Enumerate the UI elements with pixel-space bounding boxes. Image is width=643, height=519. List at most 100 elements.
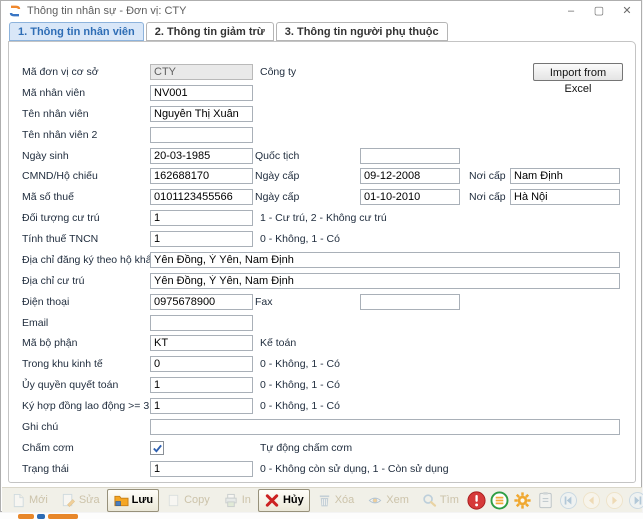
search-icon xyxy=(422,493,437,508)
tinh-thue-tncn-input[interactable] xyxy=(150,231,253,247)
sua-button: Sửa xyxy=(55,489,106,512)
field-hint: 0 - Không, 1 - Có xyxy=(260,379,340,391)
tab-2[interactable]: 2. Thông tin giảm trừ xyxy=(146,22,274,41)
field-hint: 0 - Không, 1 - Có xyxy=(260,400,340,412)
field-label: Địa chỉ cư trú xyxy=(22,275,84,287)
form-row-ien-thoai: Điện thoại Fax xyxy=(9,294,635,312)
edit-icon xyxy=(61,493,76,508)
email-input[interactable] xyxy=(150,315,253,331)
form-row-ma-so-thue: Mã số thuếNgày cấpNơi cấp xyxy=(9,189,635,207)
field-label: Quốc tịch xyxy=(255,150,299,162)
field-label: Điện thoại xyxy=(22,296,69,308)
ia-chi-ang-ky-theo-ho-khau-input[interactable] xyxy=(150,252,620,268)
nav-first-icon xyxy=(558,490,579,511)
toolbar-button-label: Mới xyxy=(29,494,48,506)
ky-hop-ong-lao-ong-3-thang-input[interactable] xyxy=(150,398,253,414)
field-label: CMND/Hộ chiếu xyxy=(22,170,98,182)
toolbar-button-label: Hủy xyxy=(283,494,304,506)
toolbar-button-label: In xyxy=(242,494,251,506)
ten-nhan-vien-2-input[interactable] xyxy=(150,127,253,143)
luu-button[interactable]: Lưu xyxy=(107,489,159,512)
trong-khu-kinh-te-input[interactable] xyxy=(150,356,253,372)
field-label: Ngày cấp xyxy=(255,170,299,182)
field-hint: Công ty xyxy=(260,66,296,78)
field-label: Mã đơn vị cơ sở xyxy=(22,66,99,78)
form-row-trong-khu-kinh-te: Trong khu kinh tế0 - Không, 1 - Có xyxy=(9,356,635,374)
field-label: Mã số thuế xyxy=(22,191,74,203)
field-label: Fax xyxy=(255,296,273,308)
ma-so-thue-noi-cap-input[interactable] xyxy=(510,189,620,205)
ngay-sinh-input[interactable] xyxy=(150,148,253,164)
nav-prev-icon xyxy=(581,490,602,511)
trash-icon xyxy=(317,493,332,508)
cmnd-ho-chieu-noi-cap-input[interactable] xyxy=(510,168,620,184)
ngay-sinh-quoc-tich-input[interactable] xyxy=(360,148,460,164)
form-row-uy-quyen-quyet-toan: Ủy quyền quyết toán 0 - Không, 1 - Có xyxy=(9,377,635,395)
in-button: In xyxy=(217,489,257,512)
field-label: Tên nhân viên xyxy=(22,108,89,120)
background-window-fragment xyxy=(0,513,643,519)
ma-nhan-vien-input[interactable] xyxy=(150,85,253,101)
ien-thoai-fax-input[interactable] xyxy=(360,294,460,310)
ia-chi-cu-tru-input[interactable] xyxy=(150,273,620,289)
field-label: Ủy quyền quyết toán xyxy=(22,379,118,391)
cancel-x-icon xyxy=(264,493,280,508)
menu-list-icon[interactable] xyxy=(489,490,510,511)
ma-on-vi-co-so-input xyxy=(150,64,253,80)
ien-thoai-input[interactable] xyxy=(150,294,253,310)
cmnd-ho-chieu-input[interactable] xyxy=(150,168,253,184)
trang-thai-input[interactable] xyxy=(150,461,253,477)
moi-button: Mới xyxy=(5,489,54,512)
alert-icon[interactable] xyxy=(466,490,487,511)
field-hint: Tự động chấm cơm xyxy=(260,442,352,454)
field-hint: 1 - Cư trú, 2 - Không cư trú xyxy=(260,212,387,224)
field-hint: 0 - Không, 1 - Có xyxy=(260,358,340,370)
toolbar-button-label: Lưu xyxy=(132,494,153,506)
ma-bo-phan-input[interactable] xyxy=(150,335,253,351)
app-logo-icon xyxy=(9,5,21,17)
field-label: Đối tượng cư trú xyxy=(22,212,100,224)
huy-button[interactable]: Hủy xyxy=(258,489,310,512)
ghi-chu-input[interactable] xyxy=(150,419,620,435)
form-row-ghi-chu: Ghi chú xyxy=(9,419,635,437)
bottom-toolbar: MớiSửaLưuCopyInHủyXóaXemTìm? xyxy=(2,487,642,512)
toolbar-button-label: Tìm xyxy=(440,494,459,506)
ten-nhan-vien-input[interactable] xyxy=(150,106,253,122)
field-label: Mã bộ phận xyxy=(22,337,77,349)
xoa-button: Xóa xyxy=(311,489,361,512)
field-hint: 0 - Không còn sử dụng, 1 - Còn sử dụng xyxy=(260,463,449,475)
uy-quyen-quyet-toan-input[interactable] xyxy=(150,377,253,393)
copy-icon xyxy=(166,493,181,508)
field-label: Email xyxy=(22,317,48,329)
maximize-button[interactable]: ▢ xyxy=(585,2,613,20)
form-row-ngay-sinh: Ngày sinhQuốc tịch xyxy=(9,148,635,166)
cham-com-checkbox[interactable] xyxy=(150,441,164,455)
form-row-ia-chi-ang-ky-theo-ho-khau: Địa chỉ đăng ký theo hộ khẩu xyxy=(9,252,635,270)
toolbar-button-label: Sửa xyxy=(79,494,100,506)
nav-next-icon xyxy=(604,490,625,511)
toolbar-button-label: Xóa xyxy=(335,494,355,506)
ma-so-thue-ngay-cap-input[interactable] xyxy=(360,189,460,205)
form-row-ten-nhan-vien-2: Tên nhân viên 2 xyxy=(9,127,635,145)
tab-3[interactable]: 3. Thông tin người phụ thuộc xyxy=(276,22,448,41)
field-label: Tính thuế TNCN xyxy=(22,233,98,245)
close-button[interactable]: ✕ xyxy=(613,2,641,20)
ma-so-thue-input[interactable] xyxy=(150,189,253,205)
tab-1[interactable]: 1. Thông tin nhân viên xyxy=(9,22,144,41)
field-label: Mã nhân viên xyxy=(22,87,85,99)
form-row-ten-nhan-vien: Tên nhân viên xyxy=(9,106,635,124)
eye-icon xyxy=(367,493,383,508)
oi-tuong-cu-tru-input[interactable] xyxy=(150,210,253,226)
toolbar-button-label: Copy xyxy=(184,494,210,506)
cmnd-ho-chieu-ngay-cap-input[interactable] xyxy=(360,168,460,184)
form-row-ma-on-vi-co-so: Mã đơn vị cơ sở Công ty xyxy=(9,64,635,82)
form-panel: Import from Excel Mã đơn vị cơ sởCông ty… xyxy=(8,41,636,483)
settings-gear-icon[interactable] xyxy=(512,490,533,511)
tab-strip: 1. Thông tin nhân viên2. Thông tin giảm … xyxy=(9,22,448,41)
form-row-ma-bo-phan: Mã bộ phậnKế toán xyxy=(9,335,635,353)
minimize-button[interactable]: – xyxy=(557,2,585,20)
field-label: Nơi cấp xyxy=(469,170,506,182)
field-label: Chấm cơm xyxy=(22,442,74,454)
copy-button: Copy xyxy=(160,489,216,512)
notes-icon xyxy=(535,490,556,511)
